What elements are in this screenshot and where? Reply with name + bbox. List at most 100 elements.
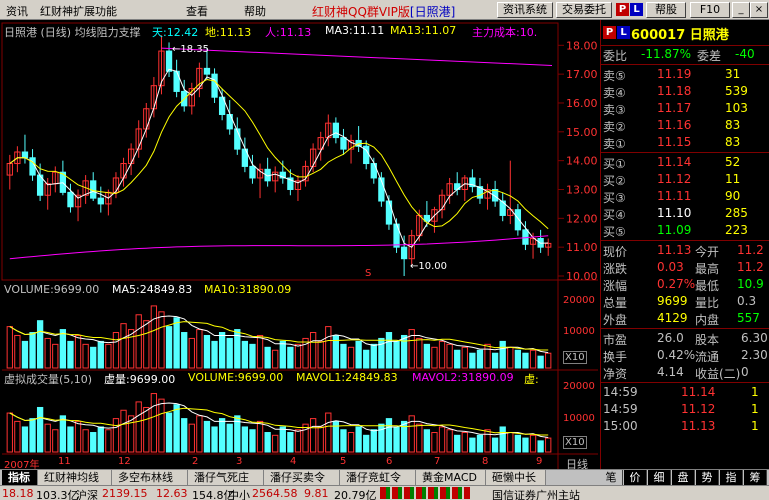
virtual-volume-bar (74, 420, 82, 453)
stat-label-2: 最高 (695, 262, 720, 276)
status-bar: 18.18 103.3亿 沪深 2139.15 12.63 154.8亿 中小 … (0, 485, 769, 500)
volume-bar (120, 323, 127, 369)
quote-side-tab[interactable]: 筹 (744, 470, 767, 486)
menu-info[interactable]: 资讯 (6, 3, 28, 19)
menu-view[interactable]: 查看 (186, 3, 208, 19)
virtual-volume-bar (52, 429, 59, 453)
virtual-volume-bar (537, 440, 544, 453)
stat-value: 0.03 (657, 260, 684, 274)
volume-bar (507, 346, 514, 369)
volume-bar (476, 349, 484, 369)
market-breadth-bar (380, 487, 470, 499)
low-value: 10.00 (418, 261, 448, 272)
stat-value-2: 10.9 (737, 277, 764, 291)
help-stock-button[interactable]: 帮股 (646, 2, 686, 18)
volume-bar (279, 340, 286, 369)
tick-time: 14:59 (603, 402, 638, 416)
volume-bar (105, 343, 112, 369)
f10-button[interactable]: F10 (690, 2, 730, 18)
volume-bar (294, 343, 302, 369)
virtual-volume-bar (522, 437, 529, 453)
volume-bar (340, 343, 347, 369)
volume-bar (545, 352, 552, 369)
bid-volume: 11 (725, 172, 741, 186)
tick-row: 14:59 11.14 1 (601, 384, 769, 401)
sh-amount: 103.3亿 (36, 489, 79, 500)
fundamental-row: 市盈 26.0 股本 6.30 (601, 330, 769, 347)
quote-divider (601, 64, 769, 65)
virtual-volume-bar (256, 420, 264, 453)
menu-extensions[interactable]: 红财神扩展功能 (40, 3, 117, 19)
ask-row: 卖① 11.15 83 (601, 134, 769, 151)
quote-side-tab[interactable]: 盘 (672, 470, 695, 486)
virtual-mavol1: MAVOL1:24849.83 (296, 371, 398, 384)
volume-bar (446, 343, 453, 369)
stat-label: 现价 (603, 245, 628, 259)
virtual-volume-bar (44, 423, 51, 453)
volume-bar (431, 346, 438, 369)
volume-bar (522, 352, 529, 369)
volume-bar (158, 311, 165, 369)
stat-value-2: 11.2 (737, 260, 764, 274)
bid-volume: 285 (725, 206, 748, 220)
virtual-volume-bar (211, 426, 218, 453)
quote-side-tab[interactable]: 势 (696, 470, 719, 486)
indicator-tab[interactable]: 潘仔竞虹令 (340, 470, 416, 486)
candle-body (211, 73, 218, 98)
volume-bar (309, 332, 317, 369)
quote-side-tab[interactable]: 价 (624, 470, 647, 486)
indicator-tab[interactable]: 潘仔买卖令 (264, 470, 340, 486)
virtual-volume-bar (241, 426, 249, 453)
info-system-button[interactable]: 资讯系统 (497, 2, 553, 18)
fundamental-value-2: 2.30 (741, 348, 768, 362)
ask-label: 卖⑤ (603, 69, 626, 83)
fundamental-row: 换手 0.42% 流通 2.30 (601, 347, 769, 364)
virtual-volume-bar (82, 429, 89, 453)
ask-label: 卖③ (603, 103, 626, 117)
kline-chart-area[interactable]: 18.00 17.00 16.00 15.00 14.00 13.00 12.00 11.00… (0, 20, 600, 471)
stat-label-2: 最低 (695, 279, 720, 293)
close-icon[interactable]: × (750, 2, 768, 18)
virtual-volume-bar (150, 393, 158, 453)
candle-body (203, 67, 211, 75)
bid-label: 买① (603, 157, 626, 171)
volume-bar (461, 346, 468, 369)
legend-ma3: MA3:11.11 (325, 24, 385, 37)
virtual-volume-bar (67, 426, 74, 453)
virtual-volume-bar (196, 415, 203, 453)
weibi-row: 委比 -11.87% 委差 -40 (601, 46, 769, 63)
indicator-tab[interactable]: 多空布林线 (112, 470, 188, 486)
fundamental-label-2: 收益(二) (695, 367, 741, 381)
price-axis-label: 13.00 (566, 183, 598, 196)
volume-bar (325, 326, 332, 369)
virtual-volume-bar (340, 429, 347, 453)
virtual-volume-bar (264, 432, 271, 453)
chart-canvas[interactable]: 18.00 17.00 16.00 15.00 14.00 13.00 12.00 11.00… (0, 20, 600, 469)
menu-help[interactable]: 帮助 (244, 3, 266, 19)
bid-volume: 90 (725, 189, 741, 203)
quote-side-tab[interactable]: 细 (648, 470, 671, 486)
indicator-tab[interactable]: 潘仔气死庄 (188, 470, 264, 486)
quote-side-tab[interactable]: 笔 (600, 470, 623, 486)
virtual-volume-title: 虚拟成交量(5,10) (4, 373, 93, 386)
candle-body (249, 165, 256, 179)
indicator-tab[interactable]: 指标 (2, 470, 38, 486)
fundamental-value-2: 6.30 (741, 331, 768, 345)
volume-bar (29, 332, 36, 369)
quote-side-tab[interactable]: 指 (720, 470, 743, 486)
indicator-tab[interactable]: 红财神均线 (38, 470, 112, 486)
trade-order-button[interactable]: 交易委托 (556, 2, 612, 18)
volume-bar (423, 343, 431, 369)
virtual-volume-bar (249, 429, 256, 453)
volume-axis-20000: 20000 (563, 295, 595, 306)
fundamental-value: 0.42% (657, 348, 696, 362)
virtual-volume-bar (105, 429, 112, 453)
indicator-tab[interactable]: 砸懒中长 (486, 470, 546, 486)
fundamental-value: 4.14 (657, 365, 684, 379)
indicator-tab[interactable]: 黄金MACD (416, 470, 486, 486)
virtual-volume-bar (14, 420, 21, 453)
stat-value: 0.27% (657, 277, 696, 291)
minimize-icon[interactable]: _ (732, 2, 750, 18)
virtual-volume-bar (446, 429, 453, 453)
sme-value: 2564.58 (252, 487, 298, 500)
